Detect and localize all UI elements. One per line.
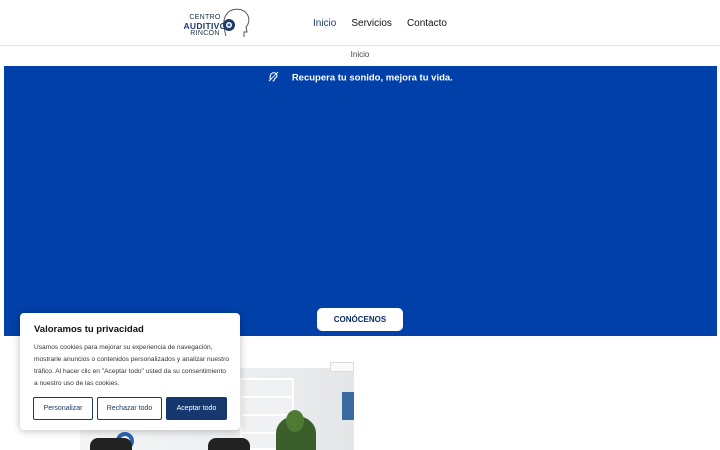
nav-item-servicios[interactable]: Servicios <box>351 18 392 29</box>
accept-all-button[interactable]: Aceptar todo <box>166 397 227 420</box>
cookie-title: Valoramos tu privacidad <box>34 324 144 335</box>
reject-all-button[interactable]: Rechazar todo <box>97 397 162 420</box>
nav-item-contacto[interactable]: Contacto <box>407 18 447 29</box>
photo-plant-leaves <box>286 410 304 432</box>
hero-banner: Recupera tu sonido, mejora tu vida. CONÓ… <box>4 66 717 336</box>
main-nav: Inicio Servicios Contacto <box>313 18 447 29</box>
logo-line-3: RINCÓN <box>190 30 220 37</box>
conocenos-button[interactable]: CONÓCENOS <box>317 308 403 331</box>
nav-item-inicio[interactable]: Inicio <box>313 18 336 29</box>
customize-button[interactable]: Personalizar <box>33 397 93 420</box>
ear-icon <box>268 71 279 85</box>
photo-air-conditioner <box>330 362 354 372</box>
breadcrumb: Inicio <box>350 50 370 59</box>
site-logo[interactable]: CENTRO AUDITIVO RINCÓN <box>180 4 252 40</box>
cookie-body: Usamos cookies para mejorar su experienc… <box>34 344 229 387</box>
hero-tagline: Recupera tu sonido, mejora tu vida. <box>291 72 453 84</box>
photo-wall-picture <box>342 392 354 420</box>
logo-line-1: CENTRO <box>189 14 221 21</box>
site-header: CENTRO AUDITIVO RINCÓN Inicio Servicios … <box>0 0 720 46</box>
hero-tagline-row: Recupera tu sonido, mejora tu vida. <box>4 71 717 85</box>
photo-chairs <box>80 438 354 450</box>
cookie-consent-dialog: Valoramos tu privacidad Usamos cookies p… <box>20 313 240 430</box>
logo-head-icon <box>223 8 250 37</box>
